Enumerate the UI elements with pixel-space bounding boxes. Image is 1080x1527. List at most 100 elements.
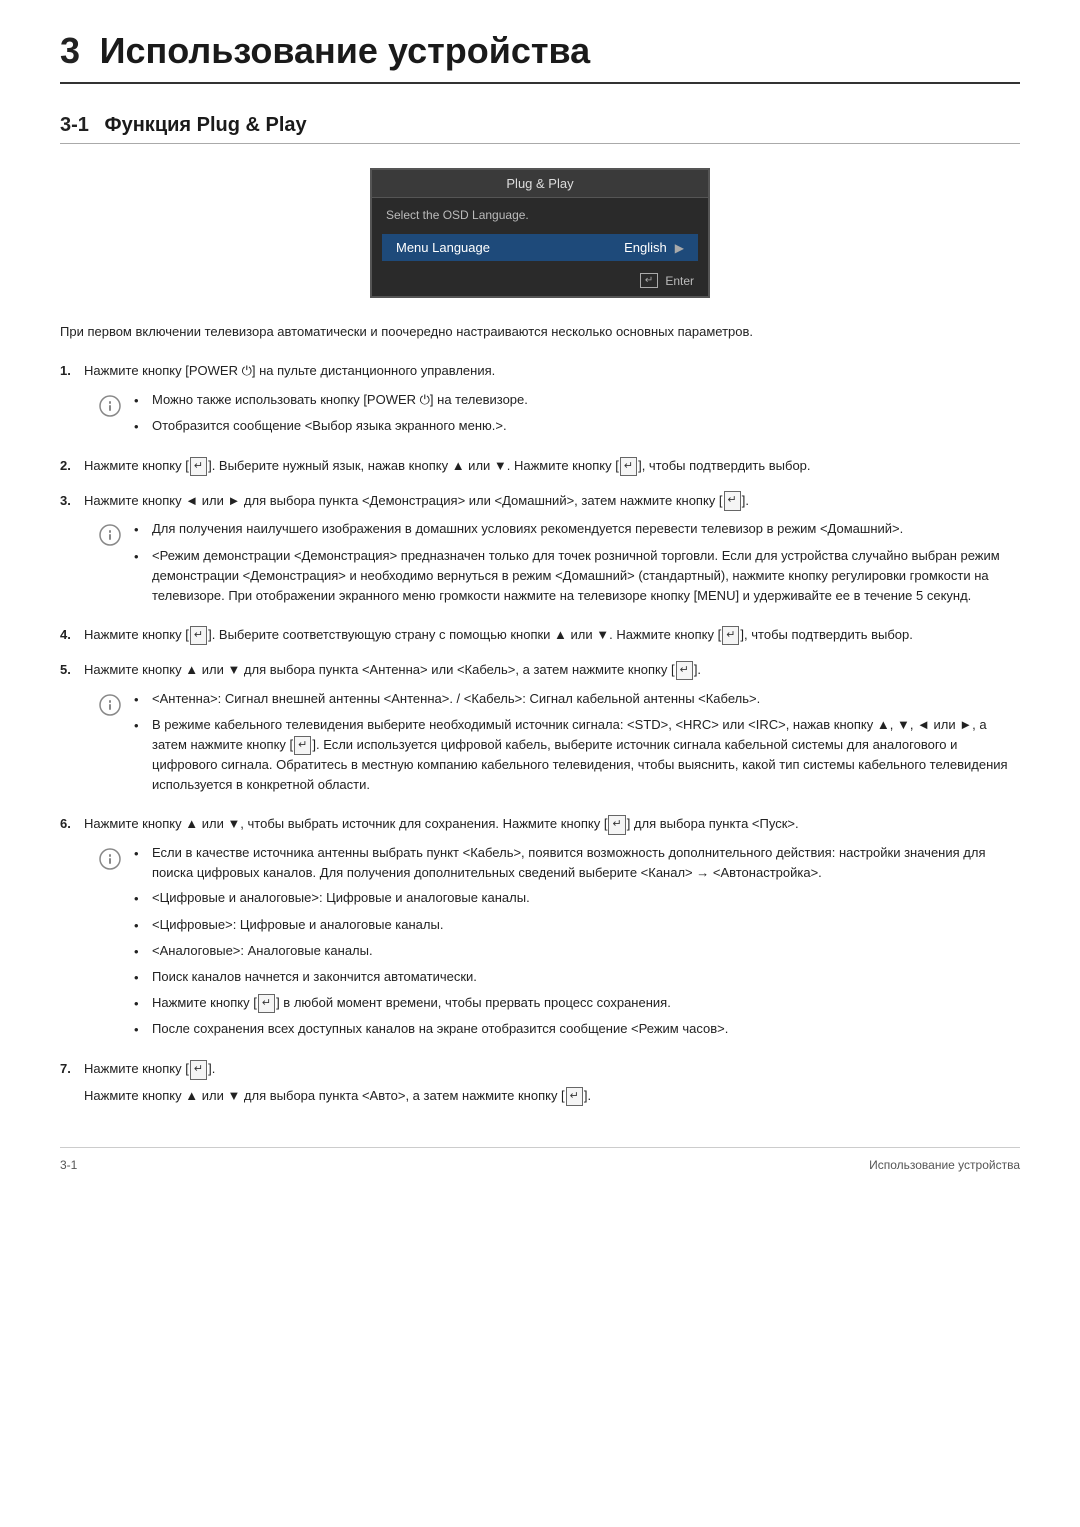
step-6-line: 6. Нажмите кнопку ▲ или ▼, чтобы выбрать… — [60, 814, 1020, 835]
osd-menu-language-label: Menu Language — [396, 240, 624, 255]
bullet-icon: • — [134, 391, 148, 411]
step-3-note-2: • <Режим демонстрации <Демонстрация> пре… — [134, 546, 1020, 606]
step-6-note-list: • Если в качестве источника антенны выбр… — [134, 843, 1020, 1045]
footer-section: Использование устройства — [869, 1158, 1020, 1172]
step-6: 6. Нажмите кнопку ▲ или ▼, чтобы выбрать… — [60, 814, 1020, 1045]
bullet-icon: • — [134, 889, 148, 909]
step-7-num: 7. — [60, 1059, 80, 1080]
step-3-line: 3. Нажмите кнопку ◄ или ► для выбора пун… — [60, 491, 1020, 512]
step-5-note-1-text: <Антенна>: Сигнал внешней антенны <Антен… — [152, 689, 1020, 709]
step-5-note-2: • В режиме кабельного телевидения выбери… — [134, 715, 1020, 796]
steps-container: 1. Нажмите кнопку [POWER ⏻] на пульте ди… — [60, 361, 1020, 1107]
step-3-note-list: • Для получения наилучшего изображения в… — [134, 519, 1020, 611]
step-1-note-1: • Можно также использовать кнопку [POWER… — [134, 390, 1020, 411]
step-3-text: Нажмите кнопку ◄ или ► для выбора пункта… — [84, 491, 1020, 512]
chapter-number: 3 — [60, 30, 80, 71]
step-6-note-7-text: После сохранения всех доступных каналов … — [152, 1019, 1020, 1039]
chapter-header: 3 Использование устройства — [60, 30, 1020, 84]
step-6-note-1-text: Если в качестве источника антенны выбрат… — [152, 843, 1020, 883]
step-3-notes: • Для получения наилучшего изображения в… — [96, 519, 1020, 611]
step-2-line: 2. Нажмите кнопку [↵]. Выберите нужный я… — [60, 456, 1020, 477]
bullet-icon: • — [134, 690, 148, 710]
bullet-icon: • — [134, 520, 148, 540]
step-6-num: 6. — [60, 814, 80, 835]
note-icon-1 — [96, 392, 124, 420]
step-6-note-4: • <Аналоговые>: Аналоговые каналы. — [134, 941, 1020, 962]
osd-menu-language-value: English — [624, 240, 667, 255]
bullet-icon: • — [134, 1020, 148, 1040]
step-6-note-3-text: <Цифровые>: Цифровые и аналоговые каналы… — [152, 915, 1020, 935]
chapter-title: Использование устройства — [100, 30, 591, 71]
footer-page: 3-1 — [60, 1158, 77, 1172]
step-2: 2. Нажмите кнопку [↵]. Выберите нужный я… — [60, 456, 1020, 477]
osd-screenshot: Plug & Play Select the OSD Language. Men… — [60, 168, 1020, 298]
note-icon-3 — [96, 521, 124, 549]
bullet-icon: • — [134, 942, 148, 962]
step-5-num: 5. — [60, 660, 80, 681]
osd-menu-language-row: Menu Language English ▶ — [382, 234, 698, 261]
osd-footer-label: Enter — [665, 274, 694, 288]
bullet-icon: • — [134, 916, 148, 936]
step-7: 7. Нажмите кнопку [↵]. Нажмите кнопку ▲ … — [60, 1059, 1020, 1107]
step-1-note-2-text: Отобразится сообщение <Выбор языка экран… — [152, 416, 1020, 436]
step-4-num: 4. — [60, 625, 80, 646]
osd-footer: ↵ Enter — [372, 267, 708, 296]
step-3-note-2-text: <Режим демонстрации <Демонстрация> предн… — [152, 546, 1020, 606]
step-3-note-1: • Для получения наилучшего изображения в… — [134, 519, 1020, 540]
section-title: Функция Plug & Play — [105, 114, 307, 136]
bullet-icon: • — [134, 417, 148, 437]
step-5-notes: • <Антенна>: Сигнал внешней антенны <Ант… — [96, 689, 1020, 801]
intro-paragraph: При первом включении телевизора автомати… — [60, 322, 1020, 343]
osd-box: Plug & Play Select the OSD Language. Men… — [370, 168, 710, 298]
step-1-note-1-text: Можно также использовать кнопку [POWER ⏻… — [152, 390, 1020, 410]
footer: 3-1 Использование устройства — [60, 1147, 1020, 1172]
step-4-line: 4. Нажмите кнопку [↵]. Выберите соответс… — [60, 625, 1020, 646]
step-6-note-7: • После сохранения всех доступных канало… — [134, 1019, 1020, 1040]
step-1-note-list: • Можно также использовать кнопку [POWER… — [134, 390, 1020, 442]
step-6-note-2-text: <Цифровые и аналоговые>: Цифровые и анал… — [152, 888, 1020, 908]
step-6-note-4-text: <Аналоговые>: Аналоговые каналы. — [152, 941, 1020, 961]
step-1-text: Нажмите кнопку [POWER ⏻] на пульте диста… — [84, 361, 1020, 382]
step-1-notes: • Можно также использовать кнопку [POWER… — [96, 390, 1020, 442]
step-6-notes: • Если в качестве источника антенны выбр… — [96, 843, 1020, 1045]
step-6-note-5-text: Поиск каналов начнется и закончится авто… — [152, 967, 1020, 987]
step-6-note-1: • Если в качестве источника антенны выбр… — [134, 843, 1020, 883]
step-6-text: Нажмите кнопку ▲ или ▼, чтобы выбрать ис… — [84, 814, 1020, 835]
step-3-note-1-text: Для получения наилучшего изображения в д… — [152, 519, 1020, 539]
section-header: 3-1 Функция Plug & Play — [60, 114, 1020, 144]
step-6-note-3: • <Цифровые>: Цифровые и аналоговые кана… — [134, 915, 1020, 936]
step-4: 4. Нажмите кнопку [↵]. Выберите соответс… — [60, 625, 1020, 646]
step-4-text: Нажмите кнопку [↵]. Выберите соответству… — [84, 625, 1020, 646]
bullet-icon: • — [134, 844, 148, 864]
step-7-subtext: Нажмите кнопку ▲ или ▼ для выбора пункта… — [84, 1086, 1020, 1107]
osd-subtitle: Select the OSD Language. — [372, 198, 708, 228]
step-7-line: 7. Нажмите кнопку [↵]. — [60, 1059, 1020, 1080]
enter-icon: ↵ — [640, 273, 658, 288]
step-6-note-2: • <Цифровые и аналоговые>: Цифровые и ан… — [134, 888, 1020, 909]
bullet-icon: • — [134, 716, 148, 736]
step-1: 1. Нажмите кнопку [POWER ⏻] на пульте ди… — [60, 361, 1020, 442]
step-1-num: 1. — [60, 361, 80, 382]
step-6-note-5: • Поиск каналов начнется и закончится ав… — [134, 967, 1020, 988]
note-icon-6 — [96, 845, 124, 873]
step-2-num: 2. — [60, 456, 80, 477]
step-1-note-2: • Отобразится сообщение <Выбор языка экр… — [134, 416, 1020, 437]
step-5-note-2-text: В режиме кабельного телевидения выберите… — [152, 715, 1020, 796]
step-3: 3. Нажмите кнопку ◄ или ► для выбора пун… — [60, 491, 1020, 611]
step-5: 5. Нажмите кнопку ▲ или ▼ для выбора пун… — [60, 660, 1020, 801]
bullet-icon: • — [134, 994, 148, 1014]
bullet-icon: • — [134, 968, 148, 988]
note-icon-5 — [96, 691, 124, 719]
step-5-text: Нажмите кнопку ▲ или ▼ для выбора пункта… — [84, 660, 1020, 681]
step-7-text: Нажмите кнопку [↵]. — [84, 1059, 1020, 1080]
step-1-line: 1. Нажмите кнопку [POWER ⏻] на пульте ди… — [60, 361, 1020, 382]
step-5-note-1: • <Антенна>: Сигнал внешней антенны <Ант… — [134, 689, 1020, 710]
step-5-line: 5. Нажмите кнопку ▲ или ▼ для выбора пун… — [60, 660, 1020, 681]
step-6-note-6-text: Нажмите кнопку [↵] в любой момент времен… — [152, 993, 1020, 1013]
bullet-icon: • — [134, 547, 148, 567]
step-5-note-list: • <Антенна>: Сигнал внешней антенны <Ант… — [134, 689, 1020, 801]
step-6-note-6: • Нажмите кнопку [↵] в любой момент врем… — [134, 993, 1020, 1014]
section-number: 3-1 — [60, 114, 89, 136]
step-3-num: 3. — [60, 491, 80, 512]
osd-row-arrow-icon: ▶ — [675, 241, 684, 255]
